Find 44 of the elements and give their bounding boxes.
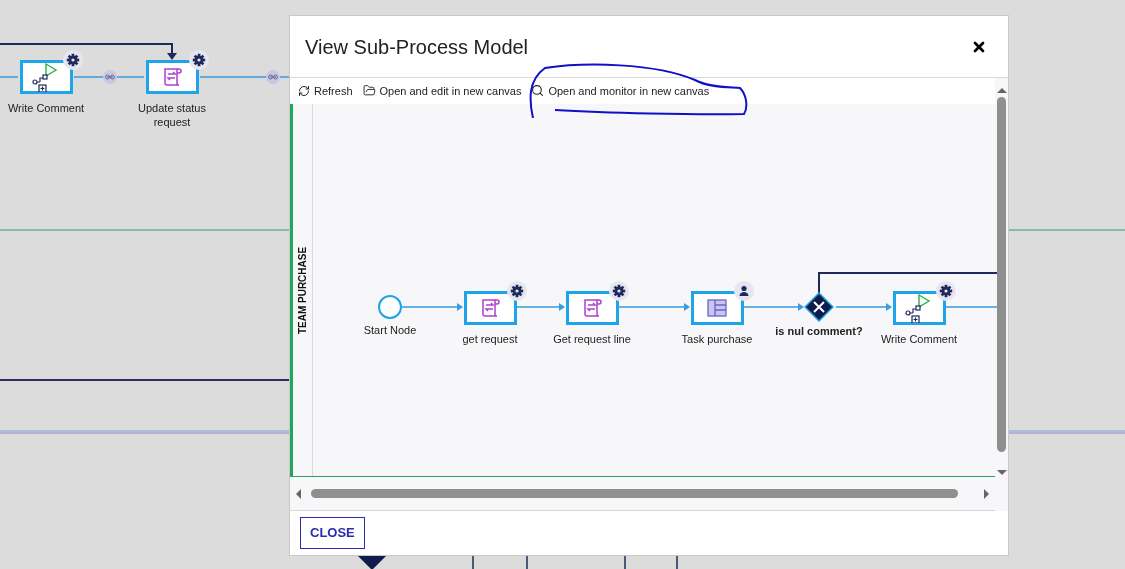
folder-icon (362, 84, 376, 98)
search-icon (531, 84, 545, 98)
scroll-down-icon[interactable] (996, 470, 1007, 475)
gear-icon[interactable] (506, 280, 527, 301)
node-label: get request (462, 331, 518, 346)
gear-icon[interactable] (935, 280, 956, 301)
link-icon[interactable] (266, 70, 280, 84)
toolbar-button[interactable]: Open and monitor in new canvas (531, 82, 710, 100)
scroll-up-icon[interactable] (996, 88, 1007, 93)
node-label: Update status request (137, 101, 207, 129)
start-event[interactable] (378, 294, 402, 319)
toolbar-button[interactable]: Refresh (298, 82, 353, 100)
subprocess-icon (32, 62, 60, 92)
gear-icon[interactable] (62, 50, 83, 70)
node-label: Get request line (553, 331, 631, 346)
task-node[interactable] (19, 60, 73, 94)
refresh-icon (298, 84, 310, 97)
node-label: Start Node (363, 322, 417, 338)
vertical-scrollbar[interactable] (997, 97, 1006, 452)
lane-label: TEAM PURCHASE (296, 246, 309, 334)
scroll-icon (581, 297, 603, 318)
node-label: is nul comment? (775, 323, 863, 339)
task-node[interactable] (145, 60, 199, 94)
scroll-icon (161, 67, 183, 87)
task-node[interactable] (690, 290, 744, 325)
task-node[interactable] (463, 290, 517, 325)
subprocess-icon (905, 292, 933, 323)
scroll-right-icon[interactable] (984, 488, 989, 499)
gear-icon[interactable] (188, 50, 209, 70)
scroll-left-icon[interactable] (296, 488, 301, 499)
scroll-icon (479, 297, 501, 318)
node-label: Task purchase (681, 331, 753, 346)
layout-icon (707, 298, 727, 317)
toolbar-button[interactable]: Open and edit in new canvas (362, 82, 522, 100)
node-label: Write Comment (7, 101, 85, 115)
close-button[interactable]: CLOSE (300, 517, 365, 549)
horizontal-scrollbar[interactable] (311, 489, 958, 499)
task-node[interactable] (565, 290, 619, 325)
dialog-title: View Sub-Process Model (305, 34, 529, 60)
node-label: Write Comment (880, 331, 958, 346)
link-icon[interactable] (103, 70, 117, 84)
task-node[interactable] (892, 290, 946, 325)
gear-icon[interactable] (608, 280, 629, 301)
person-icon[interactable] (733, 280, 754, 301)
